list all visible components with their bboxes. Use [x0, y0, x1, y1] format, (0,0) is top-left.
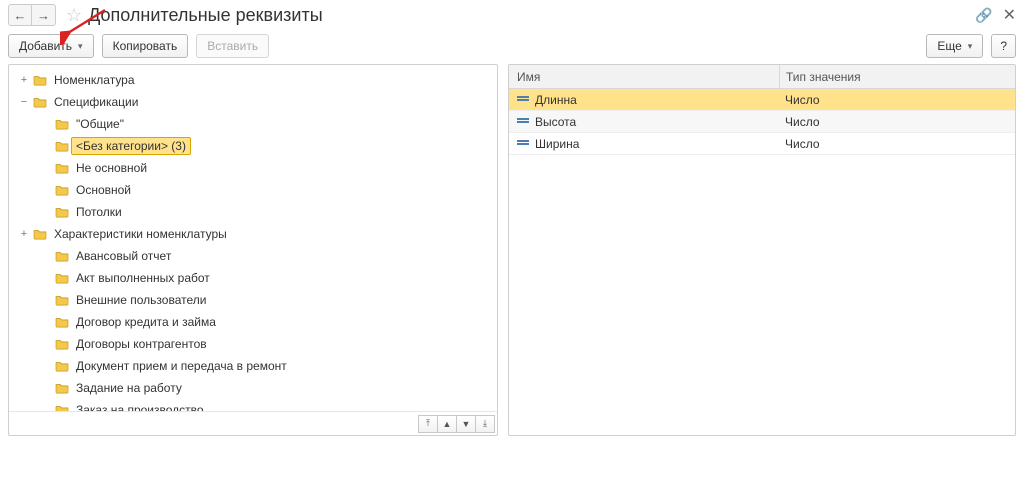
folder-icon [53, 360, 71, 372]
tree-item-label: Основной [71, 181, 136, 199]
folder-icon [53, 294, 71, 306]
tree-footer: ⤒ ▲ ▼ ⤓ [9, 411, 497, 435]
tree-row[interactable]: Авансовый отчет [9, 245, 497, 267]
tree-row[interactable]: Договоры контрагентов [9, 333, 497, 355]
grid-cell-type: Число [779, 115, 1015, 129]
tree-row[interactable]: + Характеристики номенклатуры [9, 223, 497, 245]
window-header: ← → ☆ Дополнительные реквизиты 🔗 ✕ [0, 0, 1024, 30]
tree-item-label: Спецификации [49, 93, 143, 111]
folder-icon [53, 140, 71, 152]
move-bottom-button[interactable]: ⤓ [475, 415, 495, 433]
tree-row[interactable]: Акт выполненных работ [9, 267, 497, 289]
folder-icon [53, 118, 71, 130]
tree-row[interactable]: + Номенклатура [9, 69, 497, 91]
tree-row[interactable]: Задание на работу [9, 377, 497, 399]
add-button-label: Добавить [19, 39, 72, 53]
favorite-star-icon[interactable]: ☆ [66, 5, 82, 26]
tree-item-label: Не основной [71, 159, 152, 177]
paste-button: Вставить [196, 34, 269, 58]
tree-row[interactable]: "Общие" [9, 113, 497, 135]
tree-item-label: Номенклатура [49, 71, 140, 89]
tree-row[interactable]: Внешние пользователи [9, 289, 497, 311]
folder-icon [31, 96, 49, 108]
more-button[interactable]: Еще ▾ [926, 34, 983, 58]
attribute-icon [517, 140, 529, 148]
grid-row[interactable]: Длинна Число [509, 89, 1015, 111]
grid-cell-type: Число [779, 137, 1015, 151]
tree-row[interactable]: Договор кредита и займа [9, 311, 497, 333]
grid-cell-type: Число [779, 93, 1015, 107]
caret-down-icon: ▾ [78, 41, 83, 52]
tree-row[interactable]: Не основной [9, 157, 497, 179]
tree-item-label: Документ прием и передача в ремонт [71, 357, 292, 375]
tree-row[interactable]: Основной [9, 179, 497, 201]
move-up-button[interactable]: ▲ [437, 415, 457, 433]
folder-icon [53, 272, 71, 284]
grid-body[interactable]: Длинна Число Высота Число Ширина Число [509, 89, 1015, 435]
grid-panel: Имя Тип значения ДлиннаЧислоВысотаЧислоШ… [508, 64, 1016, 436]
tree-item-label: Авансовый отчет [71, 247, 176, 265]
folder-icon [53, 184, 71, 196]
panels: + Номенклатура − Спецификации "Общие" <Без ка… [0, 64, 1024, 444]
more-button-label: Еще [937, 39, 961, 53]
tree-item-label: "Общие" [71, 115, 129, 133]
grid-cell-name-text: Высота [535, 115, 576, 129]
tree-expander[interactable]: + [17, 228, 31, 240]
grid-header: Имя Тип значения [509, 65, 1015, 89]
tree-item-label: Договоры контрагентов [71, 335, 212, 353]
help-button-label: ? [1000, 39, 1007, 53]
close-icon[interactable]: ✕ [1003, 5, 1016, 25]
grid-row[interactable]: Высота Число [509, 111, 1015, 133]
folder-icon [53, 206, 71, 218]
folder-icon [53, 316, 71, 328]
tree-item-label: Задание на работу [71, 379, 187, 397]
tree-row[interactable]: Заказ на производство [9, 399, 497, 411]
tree-panel: + Номенклатура − Спецификации "Общие" <Без ка… [8, 64, 498, 436]
tree-item-label: Заказ на производство [71, 401, 209, 411]
folder-icon [53, 404, 71, 411]
attribute-icon [517, 96, 529, 104]
move-top-button[interactable]: ⤒ [418, 415, 438, 433]
tree-item-label: Характеристики номенклатуры [49, 225, 232, 243]
tree-row[interactable]: Документ прием и передача в ремонт [9, 355, 497, 377]
tree-row[interactable]: − Спецификации [9, 91, 497, 113]
tree-item-label: <Без категории> (3) [71, 137, 191, 155]
folder-icon [53, 338, 71, 350]
page-title: Дополнительные реквизиты [88, 5, 975, 26]
copy-button-label: Копировать [113, 39, 178, 53]
tree-expander[interactable]: − [17, 96, 31, 108]
copy-button[interactable]: Копировать [102, 34, 189, 58]
toolbar: Добавить ▾ Копировать Вставить Еще ▾ ? [0, 30, 1024, 64]
tree-row[interactable]: Потолки [9, 201, 497, 223]
folder-icon [31, 228, 49, 240]
move-down-button[interactable]: ▼ [456, 415, 476, 433]
tree[interactable]: + Номенклатура − Спецификации "Общие" <Без ка… [9, 65, 497, 411]
column-header-type[interactable]: Тип значения [779, 65, 1015, 88]
tree-item-label: Договор кредита и займа [71, 313, 221, 331]
folder-icon [53, 162, 71, 174]
back-button[interactable]: ← [8, 4, 32, 26]
forward-button[interactable]: → [32, 4, 56, 26]
tree-item-label: Потолки [71, 203, 127, 221]
grid-cell-name: Длинна [509, 93, 779, 107]
attribute-icon [517, 118, 529, 126]
grid-cell-name: Ширина [509, 137, 779, 151]
help-button[interactable]: ? [991, 34, 1016, 58]
tree-row[interactable]: <Без категории> (3) [9, 135, 497, 157]
grid-row[interactable]: Ширина Число [509, 133, 1015, 155]
folder-icon [31, 74, 49, 86]
tree-expander[interactable]: + [17, 74, 31, 86]
link-icon[interactable]: 🔗 [975, 7, 992, 24]
folder-icon [53, 382, 71, 394]
tree-item-label: Акт выполненных работ [71, 269, 215, 287]
grid-cell-name: Высота [509, 115, 779, 129]
column-header-name[interactable]: Имя [509, 70, 779, 84]
caret-down-icon: ▾ [968, 41, 973, 52]
folder-icon [53, 250, 71, 262]
grid-cell-name-text: Ширина [535, 137, 579, 151]
tree-item-label: Внешние пользователи [71, 291, 211, 309]
grid-cell-name-text: Длинна [535, 93, 577, 107]
paste-button-label: Вставить [207, 39, 258, 53]
add-button[interactable]: Добавить ▾ [8, 34, 94, 58]
